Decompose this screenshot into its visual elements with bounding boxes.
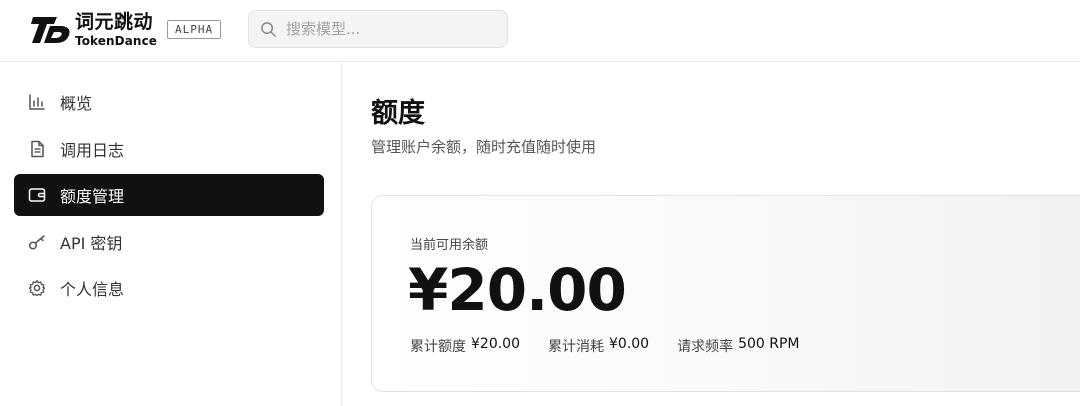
wallet-icon: [28, 188, 46, 202]
sidebar-item-label: 个人信息: [60, 280, 125, 299]
key-icon: [28, 235, 45, 250]
stat-value: ¥20.00: [471, 336, 520, 352]
brand-logo[interactable]: 词元跳动 TokenDance: [30, 12, 157, 48]
stat-rate-limit: 请求频率 500 RPM: [677, 336, 799, 356]
brand-name-en: TokenDance: [75, 34, 158, 48]
brand-text: 词元跳动 TokenDance: [75, 11, 158, 48]
sidebar-item-api-keys[interactable]: API 密钥: [14, 221, 324, 263]
stat-label: 累计消耗: [548, 339, 604, 355]
stat-total-usage: 累计消耗 ¥0.00: [548, 336, 649, 356]
brand-name-cn: 词元跳动: [75, 11, 154, 33]
sidebar-item-quota[interactable]: 额度管理: [14, 174, 324, 216]
balance-label: 当前可用余额: [410, 238, 489, 253]
sidebar-item-label: 调用日志: [60, 141, 125, 160]
search-icon: [261, 22, 276, 37]
sidebar-item-label: 额度管理: [60, 187, 125, 206]
document-icon: [31, 140, 44, 158]
search-box[interactable]: [248, 10, 508, 48]
stat-value: 500 RPM: [738, 336, 800, 352]
stat-total-quota: 累计额度 ¥20.00: [410, 336, 520, 356]
balance-card: 当前可用余额 ¥20.00 累计额度 ¥20.00 累计消耗 ¥0.00 请求频…: [371, 195, 1080, 392]
search-input[interactable]: [286, 11, 496, 47]
bar-chart-icon: [29, 94, 45, 110]
stat-value: ¥0.00: [609, 336, 650, 352]
balance-amount: ¥20.00: [408, 256, 627, 324]
sidebar-item-overview[interactable]: 概览: [14, 81, 324, 123]
page-title: 额度: [371, 98, 425, 129]
sidebar-item-label: API 密钥: [60, 234, 123, 253]
gear-icon: [28, 279, 46, 297]
stat-label: 请求频率: [677, 339, 734, 355]
sidebar-item-logs[interactable]: 调用日志: [14, 128, 324, 170]
top-header: 词元跳动 TokenDance ALPHA: [0, 0, 1080, 62]
sidebar-item-profile[interactable]: 个人信息: [14, 267, 324, 309]
alpha-badge: ALPHA: [167, 20, 222, 39]
page-subtitle: 管理账户余额，随时充值随时使用: [371, 138, 597, 156]
stat-label: 累计额度: [410, 339, 466, 355]
balance-stats: 累计额度 ¥20.00 累计消耗 ¥0.00 请求频率 500 RPM: [410, 336, 828, 356]
tokendance-logo-icon: [31, 17, 70, 43]
main-content: 额度 管理账户余额，随时充值随时使用 当前可用余额 ¥20.00 累计额度 ¥2…: [343, 62, 1080, 406]
sidebar: 概览 调用日志 额度管理 API 密钥 个人信息: [0, 62, 342, 406]
sidebar-item-label: 概览: [60, 94, 93, 113]
